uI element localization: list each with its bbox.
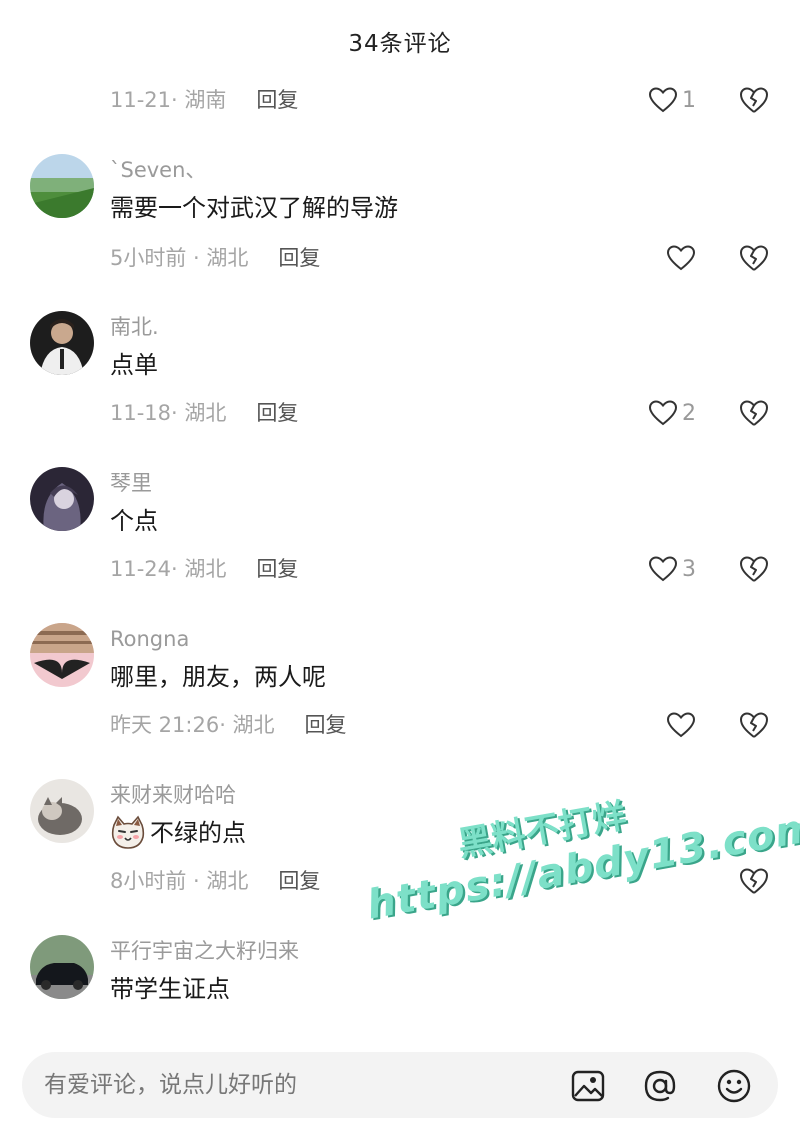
image-button[interactable]: [570, 1068, 606, 1104]
heart-icon: [648, 87, 678, 113]
comment-meta: 11-24· 湖北 回复: [110, 553, 298, 585]
comment-time-location: 11-21· 湖南: [110, 88, 227, 112]
avatar[interactable]: [30, 154, 94, 218]
avatar[interactable]: [30, 779, 94, 843]
comment-username[interactable]: 来财来财哈哈: [110, 779, 236, 811]
comment-time-location: 昨天 21:26· 湖北: [110, 713, 275, 737]
comment-time-location: 5小时前 · 湖北: [110, 246, 249, 270]
dislike-button[interactable]: [738, 242, 770, 274]
comment-time-location: 8小时前 · 湖北: [110, 869, 249, 893]
at-icon: [644, 1070, 676, 1102]
like-button[interactable]: 1: [648, 84, 696, 116]
comment-time-location: 11-24· 湖北: [110, 557, 227, 581]
comment-username[interactable]: 平行宇宙之大籽归来: [110, 935, 299, 967]
avatar[interactable]: [30, 935, 94, 999]
dislike-button[interactable]: [738, 553, 770, 585]
like-count: 3: [682, 556, 696, 582]
comment-text: 个点: [110, 507, 158, 535]
avatar-image: [30, 779, 94, 843]
like-button[interactable]: [666, 242, 696, 274]
image-icon: [571, 1070, 605, 1102]
comments-header: 34条评论: [0, 0, 800, 82]
avatar[interactable]: [30, 467, 94, 531]
broken-heart-icon: [740, 868, 768, 894]
watermark-url: https://abdy13.com: [363, 803, 800, 929]
like-button[interactable]: [666, 709, 696, 741]
broken-heart-icon: [740, 87, 768, 113]
comment-text: 不绿的点: [150, 819, 246, 847]
like-button[interactable]: 2: [648, 397, 696, 429]
mention-button[interactable]: [642, 1068, 678, 1104]
comment-text: 哪里，朋友，两人呢: [110, 663, 326, 691]
comment-text: 带学生证点: [110, 975, 230, 1003]
heart-icon: [666, 712, 696, 738]
comment-username[interactable]: 琴里: [110, 467, 152, 499]
comment-text: 需要一个对武汉了解的导游: [110, 194, 398, 222]
broken-heart-icon: [740, 556, 768, 582]
reply-button[interactable]: 回复: [256, 88, 298, 112]
like-count: 2: [682, 400, 696, 426]
comments-count-title: 34条评论: [348, 31, 452, 57]
avatar-image: [30, 311, 94, 375]
like-count: 1: [682, 87, 696, 113]
comment-input-pill[interactable]: [22, 1052, 778, 1118]
comment-meta: 11-18· 湖北 回复: [110, 397, 298, 429]
broken-heart-icon: [740, 400, 768, 426]
comment-meta: 11-21· 湖南 回复: [110, 84, 298, 116]
emoji-icon: [717, 1069, 751, 1103]
reply-button[interactable]: 回复: [256, 557, 298, 581]
broken-heart-icon: [740, 245, 768, 271]
comment-username[interactable]: 南北.: [110, 311, 159, 343]
comment-content: 不绿的点: [110, 815, 246, 851]
comment-meta: 昨天 21:26· 湖北 回复: [110, 709, 347, 741]
comment-input-bar: [0, 1038, 800, 1121]
emoji-button[interactable]: [716, 1068, 752, 1104]
avatar[interactable]: [30, 623, 94, 687]
comment-time-location: 11-18· 湖北: [110, 401, 227, 425]
dislike-button[interactable]: [738, 709, 770, 741]
avatar-image: [30, 467, 94, 531]
avatar-image: [30, 935, 94, 999]
comment-text: 点单: [110, 351, 158, 379]
comment-input[interactable]: [44, 1052, 544, 1118]
comment-meta: 8小时前 · 湖北 回复: [110, 865, 320, 897]
reply-button[interactable]: 回复: [278, 246, 320, 270]
avatar-image: [30, 154, 94, 218]
comment-meta: 5小时前 · 湖北 回复: [110, 242, 320, 274]
like-button[interactable]: 3: [648, 553, 696, 585]
avatar-image: [30, 623, 94, 687]
dislike-button[interactable]: [738, 84, 770, 116]
reply-button[interactable]: 回复: [278, 869, 320, 893]
watermark-title: 黑料不打烊: [454, 795, 630, 865]
heart-icon: [648, 556, 678, 582]
comment-username[interactable]: Rongna: [110, 623, 189, 655]
cat-emoji-icon: [111, 815, 145, 849]
dislike-button[interactable]: [738, 865, 770, 897]
dislike-button[interactable]: [738, 397, 770, 429]
avatar[interactable]: [30, 311, 94, 375]
heart-icon: [666, 245, 696, 271]
heart-icon: [648, 400, 678, 426]
reply-button[interactable]: 回复: [256, 401, 298, 425]
reply-button[interactable]: 回复: [305, 713, 347, 737]
comment-username[interactable]: `Seven、: [110, 154, 206, 186]
broken-heart-icon: [740, 712, 768, 738]
watermark: 黑料不打烊 https://abdy13.com: [355, 756, 800, 929]
